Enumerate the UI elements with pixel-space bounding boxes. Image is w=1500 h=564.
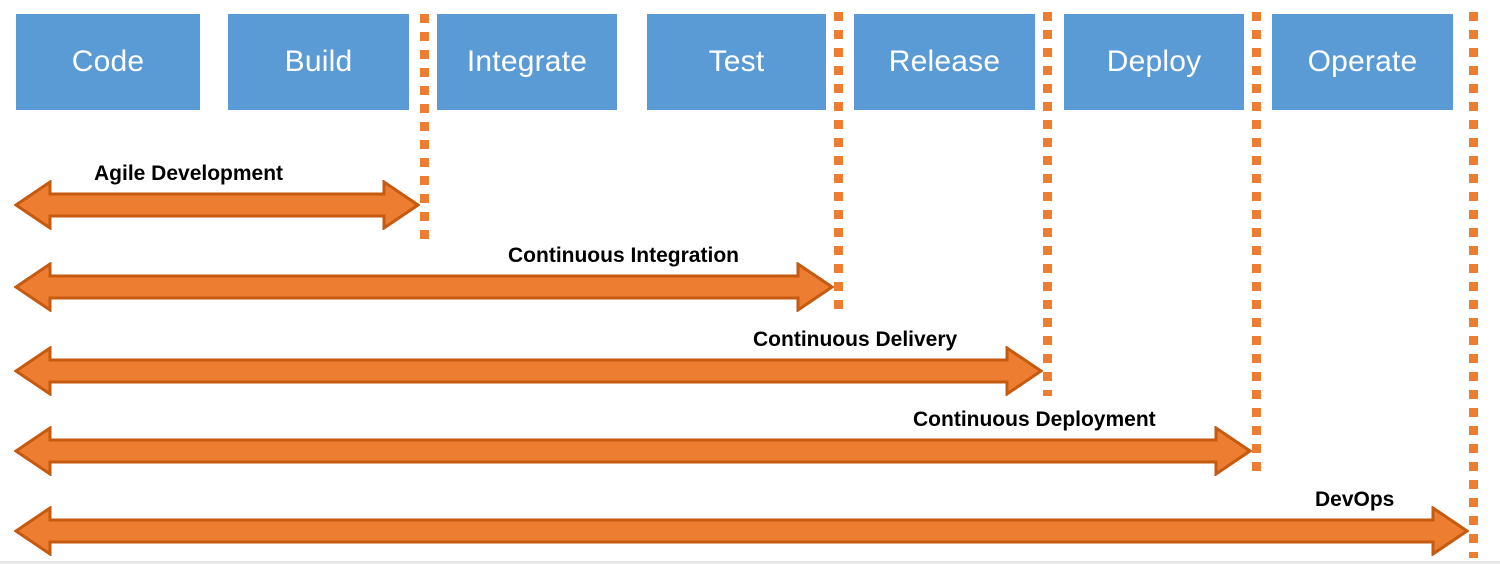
stage-label: Test — [708, 45, 765, 78]
scope-arrow-row-continuous-delivery: Continuous Delivery — [0, 318, 1500, 396]
double-headed-arrow — [14, 262, 834, 312]
stage-label: Operate — [1307, 45, 1418, 78]
double-headed-arrow — [14, 346, 1043, 396]
stage-box-release: Release — [854, 14, 1035, 110]
scope-arrow-row-agile-development: Agile Development — [0, 152, 1500, 230]
stage-label: Deploy — [1106, 45, 1202, 78]
stage-box-deploy: Deploy — [1064, 14, 1244, 110]
scope-arrow-row-continuous-integration: Continuous Integration — [0, 234, 1500, 312]
double-headed-arrow — [14, 180, 420, 230]
arrow-shape — [14, 426, 1252, 476]
stage-label: Release — [888, 45, 1001, 78]
double-headed-arrow — [14, 426, 1252, 476]
devops-pipeline-diagram: Code Build Integrate Test Release Deploy Opera… — [0, 0, 1500, 564]
arrow-shape — [14, 346, 1043, 396]
stage-box-build: Build — [228, 14, 409, 110]
arrow-shape — [14, 180, 420, 230]
stage-box-test: Test — [647, 14, 826, 110]
stage-box-operate: Operate — [1272, 14, 1453, 110]
stage-label: Integrate — [466, 45, 588, 78]
stage-label: Code — [71, 45, 145, 78]
stage-box-code: Code — [16, 14, 200, 110]
stage-label: Build — [284, 45, 353, 78]
scope-arrow-row-devops: DevOps — [0, 478, 1500, 556]
scope-arrow-row-continuous-deployment: Continuous Deployment — [0, 398, 1500, 476]
arrow-shape — [14, 506, 1469, 556]
arrow-shape — [14, 262, 834, 312]
double-headed-arrow — [14, 506, 1469, 556]
stage-box-integrate: Integrate — [437, 14, 617, 110]
